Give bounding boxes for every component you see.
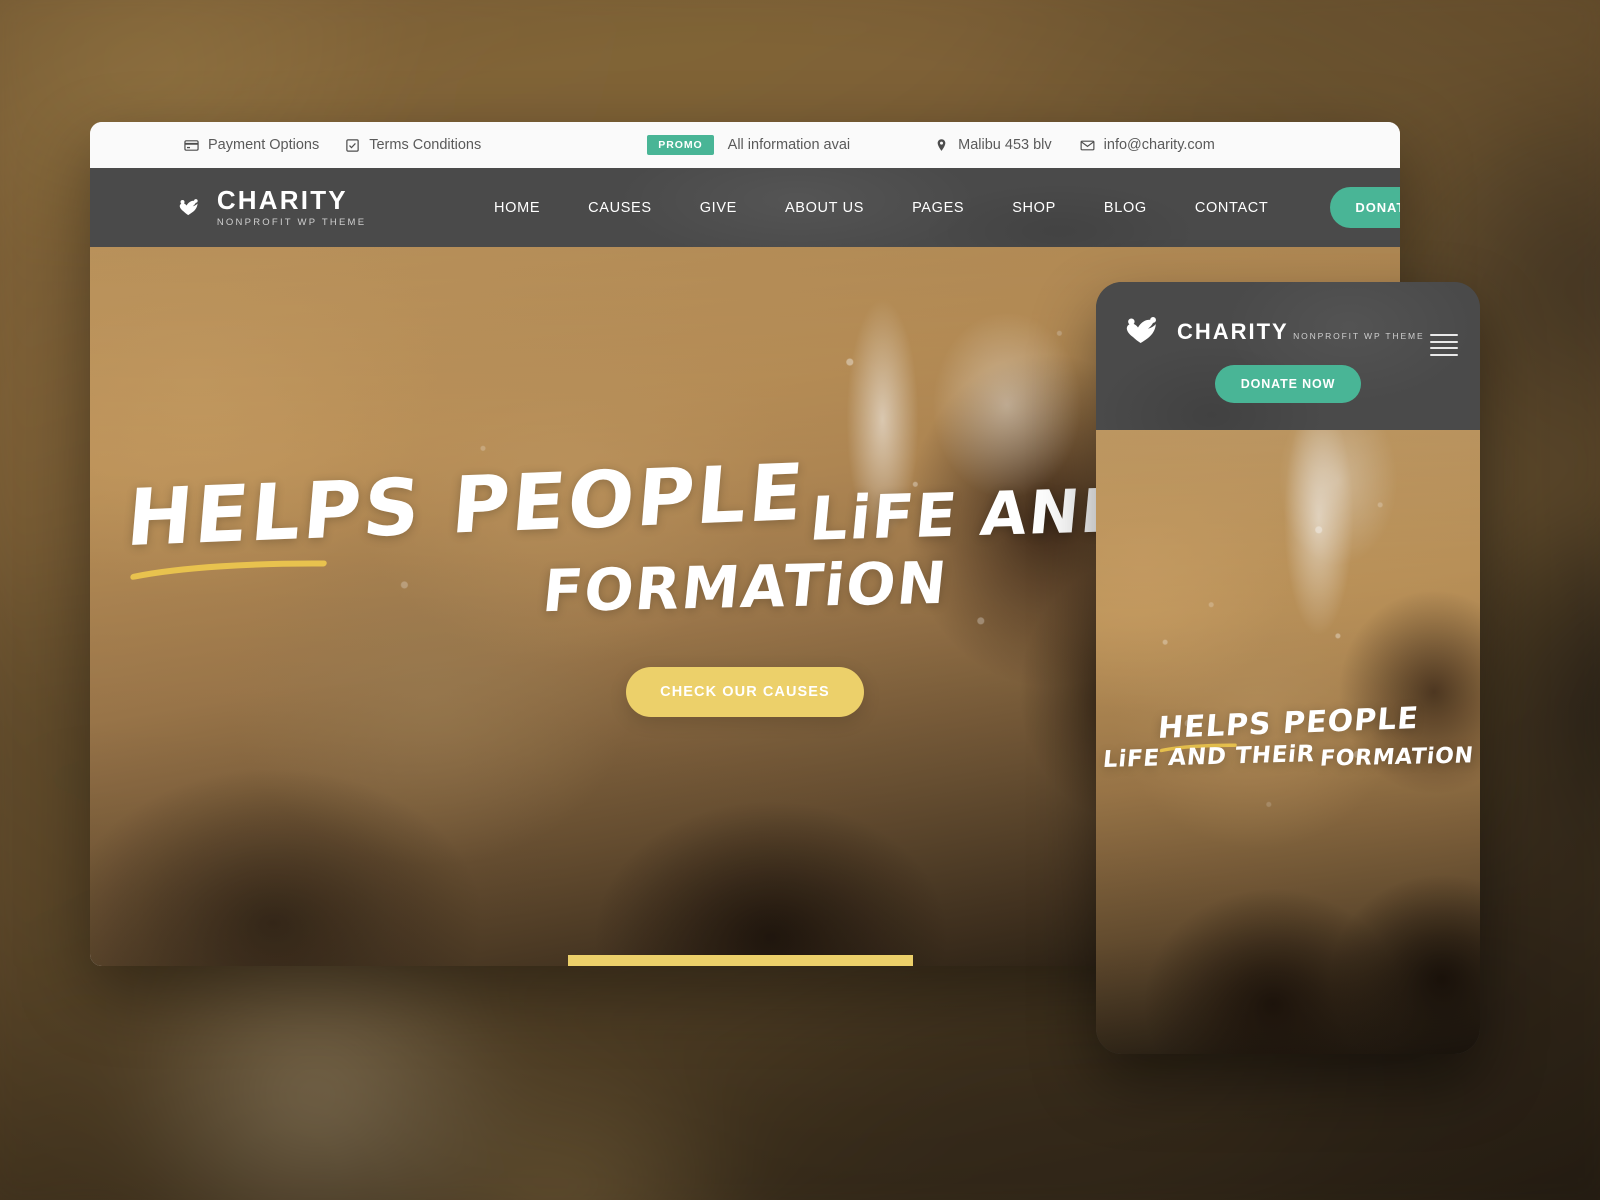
nav-menu: HOME CAUSES GIVE ABOUT US PAGES SHOP BLO… [470,187,1400,228]
terms-conditions-link[interactable]: Terms Conditions [345,137,481,153]
credit-card-icon [184,138,199,153]
nav-item-home[interactable]: HOME [470,200,564,216]
page-root: Payment Options Terms Conditions PROMO A… [0,0,1600,1200]
mobile-header: CHARITY NONPROFIT WP THEME DONATE NOW [1096,282,1480,430]
hamburger-bar [1430,334,1458,336]
mobile-brand-tagline: NONPROFIT WP THEME [1293,330,1425,341]
mobile-device-mockup: CHARITY NONPROFIT WP THEME DONATE NOW HE… [1096,282,1480,1054]
mobile-hero-headline-line-2: LiFE AND THEiR [1101,741,1317,773]
payment-options-link[interactable]: Payment Options [184,137,319,153]
hamburger-bar [1430,340,1458,343]
map-pin-icon [934,138,949,153]
brand-tagline: NONPROFIT WP THEME [216,216,367,228]
address-label: Malibu 453 blv [958,137,1052,153]
hero-headline-line-1: HELPS PEOPLE [123,447,809,580]
terms-conditions-label: Terms Conditions [369,137,482,153]
hamburger-bar [1430,347,1458,350]
mobile-hero-headline: HELPS PEOPLE LiFE AND THEiR FORMATiON [1096,701,1480,773]
topbar-left-links: Payment Options Terms Conditions [184,137,481,153]
address-item: Malibu 453 blv [934,137,1052,153]
mobile-brand-name: CHARITY [1177,318,1289,344]
nav-item-blog[interactable]: BLOG [1080,200,1171,216]
nav-item-about-us[interactable]: ABOUT US [761,200,888,216]
hero-headline-line-1-text: HELPS PEOPLE [123,447,809,565]
email-item[interactable]: info@charity.com [1080,137,1215,153]
check-our-causes-button[interactable]: CHECK OUR CAUSES [626,667,864,717]
topbar-contact-group: Malibu 453 blv info@charity.com [934,137,1215,153]
hamburger-bar [1430,353,1458,356]
hamburger-menu-icon[interactable] [1430,334,1458,356]
main-navigation-bar: CHARITY NONPROFIT WP THEME HOME CAUSES G… [90,168,1400,247]
nav-item-pages[interactable]: PAGES [888,200,988,216]
site-logo[interactable]: CHARITY NONPROFIT WP THEME [178,187,370,229]
brand-name: CHARITY [216,184,348,215]
mobile-hero-headline-line-3: FORMATiON [1318,743,1475,772]
hero-headline-line-3: FORMATiON [539,548,951,626]
mobile-hero-section: HELPS PEOPLE LiFE AND THEiR FORMATiON [1096,430,1480,1054]
mobile-donate-now-button[interactable]: DONATE NOW [1214,365,1362,403]
promo-badge: PROMO [647,135,714,155]
charity-heart-logo-icon [178,188,204,228]
envelope-icon [1080,138,1095,153]
nav-item-contact[interactable]: CONTACT [1171,200,1293,216]
mobile-site-logo[interactable]: CHARITY NONPROFIT WP THEME [1096,282,1480,349]
charity-heart-logo-icon [1124,314,1166,349]
mobile-hero-headline-line-1: HELPS PEOPLE [1156,700,1420,753]
nav-item-give[interactable]: GIVE [676,200,761,216]
brand-text: CHARITY NONPROFIT WP THEME [217,187,370,229]
top-utility-bar: Payment Options Terms Conditions PROMO A… [90,122,1400,168]
topbar-promo-group: PROMO All information avai [647,135,850,155]
checkbox-icon [345,138,360,153]
email-label: info@charity.com [1103,137,1215,153]
promo-message: All information avai [727,137,851,153]
slider-progress-bar[interactable] [568,955,913,966]
nav-item-causes[interactable]: CAUSES [564,200,676,216]
payment-options-label: Payment Options [208,137,320,153]
mobile-hero-headline-line-1-text: HELPS PEOPLE [1156,700,1420,747]
donate-now-button[interactable]: DONATE NOW [1330,187,1400,228]
nav-item-shop[interactable]: SHOP [988,200,1080,216]
mobile-brand-text: CHARITY NONPROFIT WP THEME [1177,318,1425,344]
